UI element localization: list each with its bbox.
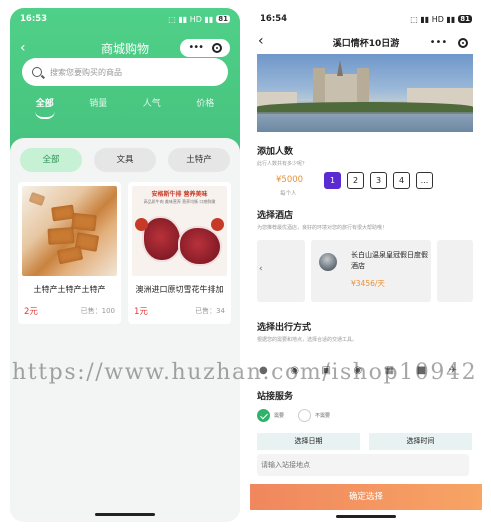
more-icon[interactable]: ••• [430, 38, 448, 48]
close-target-icon[interactable] [211, 43, 222, 53]
hotel-card[interactable]: 长白山温泉皇冠假日度假酒店 ¥3456/天 [311, 240, 431, 302]
tab-popularity[interactable]: 人气 [132, 96, 172, 124]
section-title: 添加人数 [257, 147, 294, 157]
product-price: 2元 [24, 307, 38, 317]
section-subtitle: 根据您的需要和地点，选择合适的交通工具。 [257, 337, 358, 343]
status-bar: 16:53 ⬚ ▮▮ HD ▮▮ 81 [10, 8, 240, 30]
hotel-card-next[interactable] [437, 240, 473, 302]
shop-body: 全部 文具 土特产 土特产土特产土特产 2元 已售：100 安格斯牛排 营养美味… [10, 138, 240, 522]
watermark-text: https://www.huzhan.com/ishop10942 [12, 360, 478, 385]
river [257, 114, 473, 132]
trip-banner-image [257, 54, 473, 132]
section-title: 选择出行方式 [257, 323, 312, 333]
candy-piece [71, 212, 97, 232]
product-sold: 已售：34 [195, 307, 225, 315]
product-card[interactable]: 安格斯牛排 营养美味 高品质牛肉 美味营养 营养均衡 口感鲜嫩 澳洲进口原切雪花… [128, 182, 231, 324]
confirm-button[interactable]: 确定选择 [250, 484, 482, 510]
sort-tabs: 全部 销量 人气 价格 [10, 96, 240, 124]
pickup-location-input[interactable] [257, 454, 469, 476]
select-date-button[interactable]: 选择日期 [257, 433, 360, 450]
product-image: 安格斯牛排 营养美味 高品质牛肉 美味营养 营养均衡 口感鲜嫩 [132, 186, 227, 276]
mini-program-capsule[interactable]: ••• [424, 34, 474, 52]
hotel-card-prev[interactable]: ‹ [257, 240, 305, 302]
badge-icon [211, 218, 224, 231]
home-indicator [95, 513, 155, 516]
battery-icon: 81 [216, 15, 230, 23]
badge-icon [135, 218, 148, 231]
price-unit: 每个人 [280, 191, 297, 197]
tab-price[interactable]: 价格 [185, 96, 225, 124]
candy-piece [28, 191, 46, 207]
product-price: 1元 [134, 307, 148, 317]
station-radio-group: 需要 不需要 [257, 407, 344, 423]
product-card[interactable]: 土特产土特产土特产 2元 已售：100 [18, 182, 121, 324]
status-icons: ⬚ ▮▮ HD ▮▮ 81 [410, 15, 472, 24]
people-option-2[interactable]: 2 [347, 172, 364, 189]
signal-icon: ⬚ ▮▮ HD ▮▮ [168, 14, 214, 24]
screenshot-canvas: 16:53 ⬚ ▮▮ HD ▮▮ 81 ‹ 商城购物 ••• 搜索您要购买的商品 [0, 0, 491, 532]
signal-icon: ⬚ ▮▮ HD ▮▮ [410, 14, 456, 24]
chevron-left-icon: ‹ [259, 264, 263, 274]
mini-program-capsule[interactable]: ••• [180, 39, 230, 57]
trip-phone: 16:54 ⬚ ▮▮ HD ▮▮ 81 ‹ 溪口情杯10日游 ••• 添加人数 … [250, 8, 482, 522]
shop-phone: 16:53 ⬚ ▮▮ HD ▮▮ 81 ‹ 商城购物 ••• 搜索您要购买的商品 [10, 8, 240, 522]
people-option-1[interactable]: 1 [324, 172, 341, 189]
trees [257, 102, 473, 112]
per-person-price: ¥5000 [276, 175, 304, 185]
category-chips: 全部 文具 土特产 [20, 148, 230, 174]
candy-piece [56, 245, 84, 265]
status-icons: ⬚ ▮▮ HD ▮▮ 81 [168, 15, 230, 24]
hotel-name: 长白山温泉皇冠假日度假酒店 [351, 251, 428, 270]
tab-sales[interactable]: 销量 [78, 96, 118, 124]
section-subtitle: 此行人数共有多少呢？ [257, 161, 308, 167]
cathedral-spire [337, 60, 343, 76]
section-title: 选择酒店 [257, 211, 294, 221]
chip-all[interactable]: 全部 [20, 148, 82, 172]
steak-image [178, 226, 222, 266]
select-time-button[interactable]: 选择时间 [369, 433, 472, 450]
chip-local-specialty[interactable]: 土特产 [168, 148, 230, 172]
product-sold: 已售：100 [80, 307, 115, 315]
product-image [22, 186, 117, 276]
home-indicator [336, 515, 396, 518]
radio-no-need[interactable] [298, 408, 312, 422]
section-subtitle: 为您推荐最优酒店，良好的环境对您的旅行有很大帮助哦！ [257, 225, 388, 231]
battery-icon: 81 [458, 15, 472, 23]
product-name: 澳洲进口原切雪花牛排加 [135, 285, 224, 294]
tab-all[interactable]: 全部 [25, 96, 65, 124]
candy-piece [47, 227, 75, 245]
beef-banner-title: 安格斯牛排 营养美味 [151, 191, 208, 198]
search-input[interactable]: 搜索您要购买的商品 [50, 67, 122, 78]
status-time: 16:53 [20, 14, 48, 24]
chip-stationery[interactable]: 文具 [94, 148, 156, 172]
hotel-thumbnail [319, 253, 337, 271]
radio-need-label: 需要 [274, 412, 285, 419]
beef-banner: 安格斯牛排 营养美味 高品质牛肉 美味营养 营养均衡 口感鲜嫩 [132, 186, 227, 206]
beef-banner-subtitle: 高品质牛肉 美味营养 营养均衡 口感鲜嫩 [143, 199, 216, 204]
steak-image [142, 216, 182, 262]
people-option-3[interactable]: 3 [370, 172, 387, 189]
radio-need[interactable] [257, 408, 270, 422]
people-option-4[interactable]: 4 [393, 172, 410, 189]
hotel-price: ¥3456/天 [351, 279, 385, 288]
search-bar[interactable]: 搜索您要购买的商品 [22, 58, 228, 86]
hotel-carousel: ‹ 长白山温泉皇冠假日度假酒店 ¥3456/天 [257, 240, 473, 304]
status-time: 16:54 [260, 14, 288, 24]
people-option-more[interactable]: ... [416, 172, 433, 189]
more-icon[interactable]: ••• [188, 43, 204, 53]
radio-no-need-label: 不需要 [315, 412, 331, 419]
product-name: 土特产土特产土特产 [33, 285, 106, 294]
close-target-icon[interactable] [458, 38, 469, 48]
section-title: 站接服务 [257, 392, 294, 402]
search-icon [32, 67, 42, 77]
